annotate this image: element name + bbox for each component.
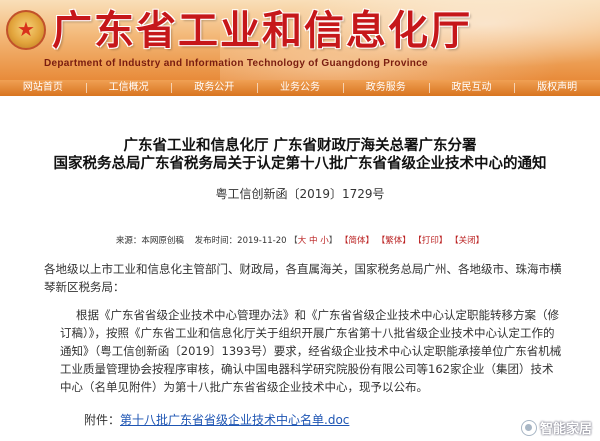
- article-meta-bar: 来源：本网原创稿 发布时间：2019-11-20 【大 中 小】 【简体】 【繁…: [0, 233, 600, 249]
- article-source: 来源：本网原创稿: [115, 236, 184, 246]
- article-title-line1: 广东省工业和信息化厅 广东省财政厅海关总署广东分署: [123, 138, 477, 154]
- nav-item-overview[interactable]: 工信概况: [85, 80, 172, 96]
- traditional-chinese-link[interactable]: 【繁体】: [377, 236, 411, 246]
- font-size-bracket-close: 】: [328, 236, 338, 246]
- watermark-logo-icon: [520, 419, 537, 436]
- watermark-text: 智能家居: [539, 422, 592, 437]
- nav-item-gov-services[interactable]: 政务服务: [342, 80, 429, 96]
- body-paragraph: 根据《广东省省级企业技术中心管理办法》和《广东省省级企业技术中心认定职能转移方案…: [60, 306, 564, 396]
- font-size-bracket-open: 【: [289, 236, 298, 246]
- publish-date: 发布时间：2019-11-20: [194, 236, 287, 246]
- nav-item-copyright[interactable]: 版权声明: [514, 80, 600, 96]
- site-banner: 广东省工业和信息化厅 Department of Industry and In…: [0, 0, 600, 80]
- site-subtitle: Department of Industry and Information T…: [44, 58, 428, 69]
- nav-item-gov-affairs-open[interactable]: 政务公开: [171, 80, 257, 96]
- attachment-line: 附件：第十八批广东省省级企业技术中心名单.doc: [84, 411, 349, 428]
- attachment-label: 附件：: [84, 413, 121, 427]
- site-title: 广东省工业和信息化厅: [52, 8, 472, 54]
- government-emblem-icon: [6, 10, 46, 50]
- nav-item-business[interactable]: 业务公务: [257, 80, 343, 96]
- article-title-line2: 国家税务总局广东省税务局关于认定第十八批广东省省级企业技术中心的通知: [53, 156, 547, 172]
- font-size-large-link[interactable]: 大: [298, 236, 307, 246]
- simplified-chinese-link[interactable]: 【简体】: [340, 236, 374, 246]
- nav-item-home[interactable]: 网站首页: [0, 80, 86, 96]
- main-nav: 网站首页 工信概况 政务公开 业务公务 政务服务 政民互动 版权声明: [0, 80, 600, 96]
- watermark: 智能家居: [520, 418, 592, 437]
- print-link[interactable]: 【打印】: [413, 236, 447, 246]
- nav-item-interaction[interactable]: 政民互动: [428, 80, 515, 96]
- body-paragraph-text: 根据《广东省省级企业技术中心管理办法》和《广东省省级企业技术中心认定职能转移方案…: [60, 308, 562, 394]
- close-link[interactable]: 【关闭】: [450, 236, 484, 246]
- font-size-small-link[interactable]: 小: [320, 236, 329, 246]
- font-size-medium-link[interactable]: 中: [309, 236, 318, 246]
- attachment-file-link[interactable]: 第十八批广东省省级企业技术中心名单.doc: [120, 413, 349, 427]
- addressee-paragraph: 各地级以上市工业和信息化主管部门、财政局，各直属海关，国家税务总局广州、各地级市…: [44, 262, 562, 294]
- document-number: 粤工信创新函〔2019〕1729号: [215, 187, 385, 201]
